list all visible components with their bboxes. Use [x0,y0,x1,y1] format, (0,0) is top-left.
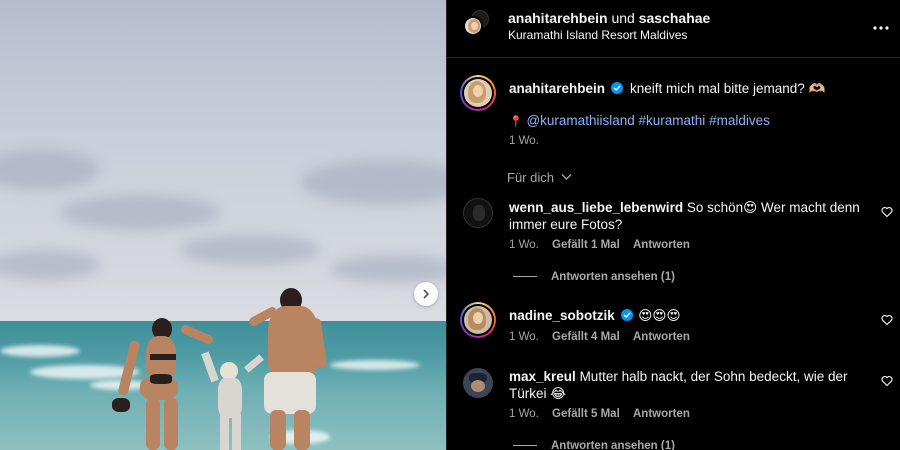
heart-icon[interactable] [881,375,893,387]
comment: max_kreul Mutter halb nackt, der Sohn be… [509,368,869,402]
comment-text-continued: immer eure Fotos? [509,217,623,232]
chevron-down-icon [561,174,572,180]
comment: wenn_aus_liebe_lebenwird So schön😍 Wer m… [509,199,869,233]
caption-username[interactable]: anahitarehbein [509,81,605,96]
view-replies-label: Antworten ansehen (1) [551,271,675,283]
avatar[interactable] [463,368,493,398]
comment: nadine_sobotzik 😍😍😍 [509,307,681,324]
authors-conjunction: und [611,10,635,26]
comment-meta: 1 Wo. Gefällt 5 Mal Antworten [509,408,690,420]
comment-text: 😍😍😍 [638,308,681,323]
comment-username[interactable]: nadine_sobotzik [509,308,615,323]
comment-text: So schön😍 Wer macht denn [686,200,860,215]
more-horizontal-icon [873,26,889,30]
comment-likes[interactable]: Gefällt 4 Mal [552,331,620,343]
tag-link[interactable]: #kuramathi [639,113,706,128]
comment-filter-dropdown[interactable]: Für dich [507,170,572,185]
reply-button[interactable]: Antworten [633,331,690,343]
reply-button[interactable]: Antworten [633,239,690,251]
comment-username[interactable]: wenn_aus_liebe_lebenwird [509,200,683,215]
reply-button[interactable]: Antworten [633,408,690,420]
verified-badge-icon [620,309,633,321]
author-link-1[interactable]: anahitarehbein [508,10,608,26]
chevron-right-icon [423,289,429,299]
comment-text: Mutter halb nackt, der Sohn bedeckt, wie… [579,369,848,384]
avatar[interactable] [463,198,493,228]
collab-avatars[interactable] [463,10,489,36]
comment-filter-label: Für dich [507,170,554,185]
next-photo-button[interactable] [414,282,438,306]
location-link[interactable]: Kuramathi Island Resort Maldives [508,28,687,42]
view-replies-label: Antworten ansehen (1) [551,440,675,450]
more-options-button[interactable] [873,14,889,35]
post-panel: anahitarehbein und saschahae Kuramathi I… [446,0,900,450]
comment-time[interactable]: 1 Wo. [509,239,539,251]
caption-text: kneift mich mal bitte jemand? 🫶🏼 [629,81,826,96]
comment-likes[interactable]: Gefällt 1 Mal [552,239,620,251]
view-replies-button[interactable]: Antworten ansehen (1) [513,440,675,450]
avatar[interactable] [460,302,496,338]
comment-meta: 1 Wo. Gefällt 4 Mal Antworten [509,331,690,343]
comment-meta: 1 Wo. Gefällt 1 Mal Antworten [509,239,690,251]
replies-divider [513,276,537,278]
avatar-anahitarehbein[interactable] [463,16,483,36]
caption-avatar[interactable] [460,75,496,111]
heart-icon[interactable] [881,314,893,326]
post-header: anahitarehbein und saschahae Kuramathi I… [447,0,900,58]
heart-icon[interactable] [881,206,893,218]
author-link-2[interactable]: saschahae [639,10,711,26]
comment-username[interactable]: max_kreul [509,369,576,384]
pin-icon: 📍 [509,116,523,128]
tag-link[interactable]: @kuramathiisland [526,113,634,128]
post-authors: anahitarehbein und saschahae [508,10,710,26]
comment-text-continued: Türkei 😂 [509,386,567,401]
post-photo[interactable] [0,0,446,450]
comment-time[interactable]: 1 Wo. [509,408,539,420]
tag-link[interactable]: #maldives [709,113,770,128]
verified-badge-icon [611,82,624,94]
caption: anahitarehbein kneift mich mal bitte jem… [509,80,825,98]
comment-time[interactable]: 1 Wo. [509,331,539,343]
caption-time[interactable]: 1 Wo. [509,135,539,147]
replies-divider [513,445,537,447]
caption-tags: 📍 @kuramathiisland #kuramathi #maldives [509,113,770,128]
view-replies-button[interactable]: Antworten ansehen (1) [513,271,675,283]
comment-likes[interactable]: Gefällt 5 Mal [552,408,620,420]
